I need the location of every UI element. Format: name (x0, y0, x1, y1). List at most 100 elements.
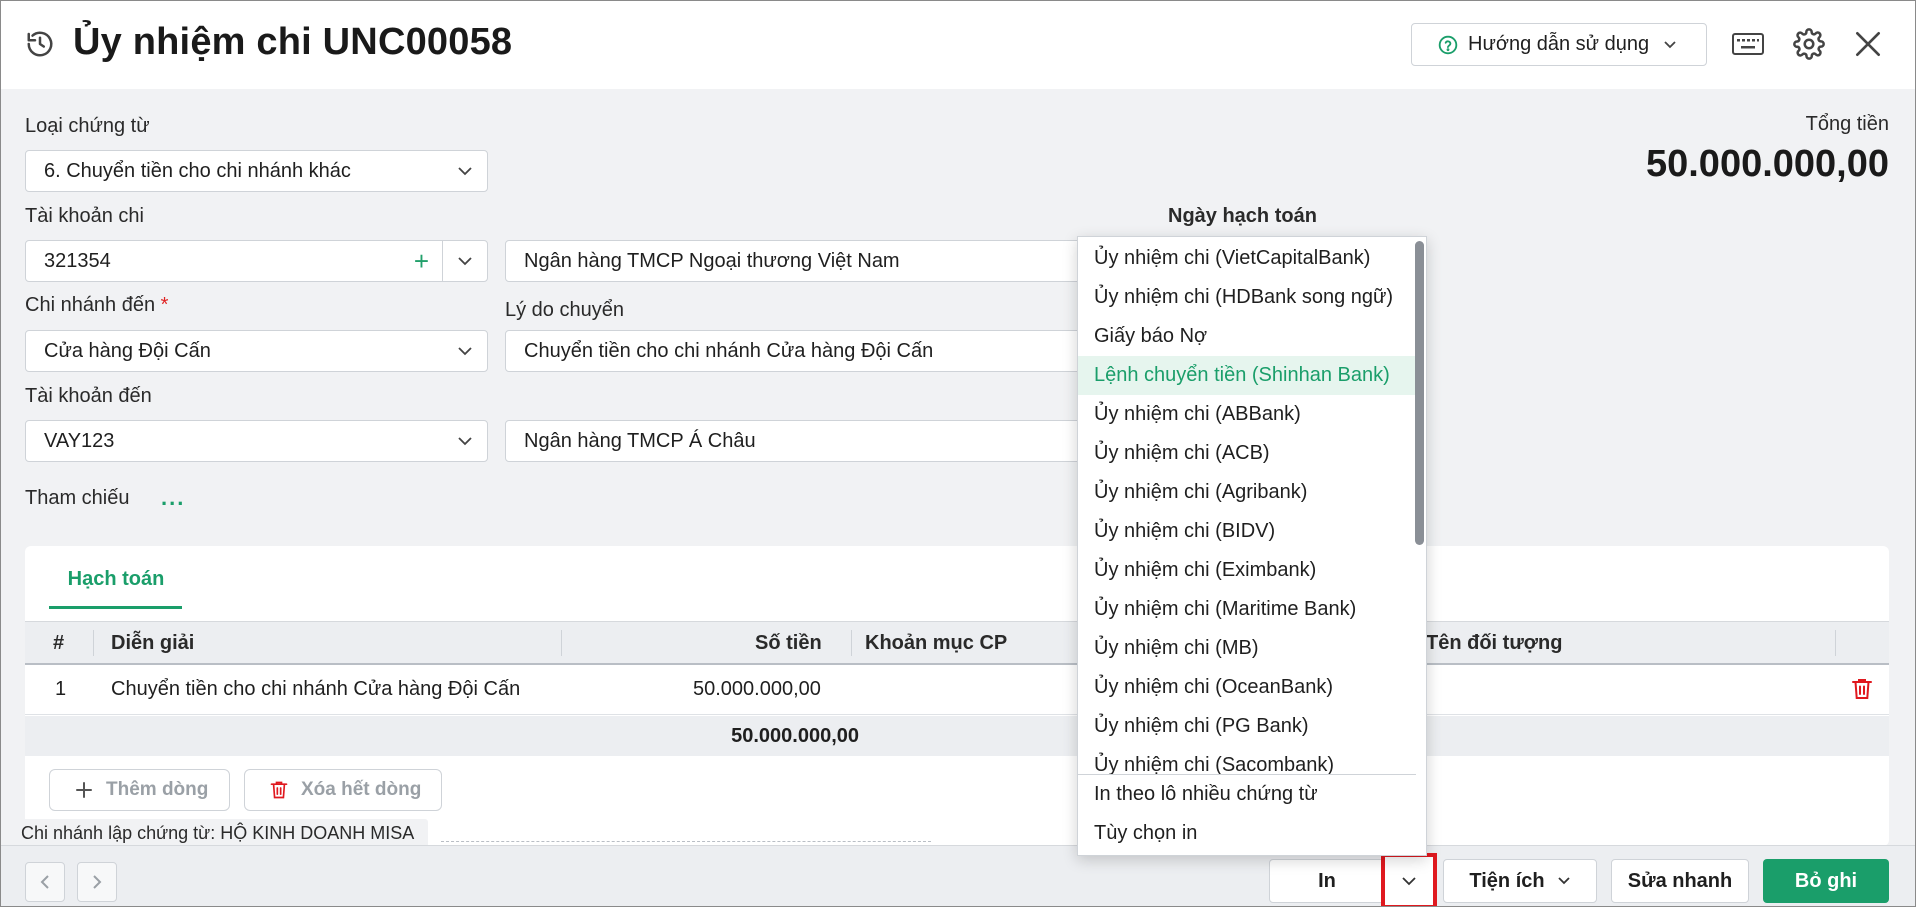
dest-account-value: VAY123 (44, 429, 115, 452)
col-cost-item: Khoản mục CP (865, 632, 1008, 654)
quick-edit-label: Sửa nhanh (1627, 869, 1733, 892)
reason-field[interactable]: Chuyển tiền cho chi nhánh Cửa hàng Đội C… (505, 330, 1105, 372)
help-button-label: Hướng dẫn sử dụng (1468, 33, 1650, 55)
menu-item[interactable]: Ủy nhiệm chi (MB) (1078, 629, 1416, 668)
menu-item[interactable]: Ủy nhiệm chi (BIDV) (1078, 512, 1416, 551)
menu-item[interactable]: Ủy nhiệm chi (OceanBank) (1078, 668, 1416, 707)
column-divider (561, 630, 562, 656)
menu-item[interactable]: Ủy nhiệm chi (PG Bank) (1078, 707, 1416, 746)
clear-rows-label: Xóa hết dòng (301, 779, 422, 800)
pay-account-field[interactable]: 321354 + (25, 240, 488, 282)
chevron-right-icon (93, 875, 102, 889)
add-row-button[interactable]: Thêm dòng (49, 769, 230, 811)
total-label: Tổng tiền (1805, 113, 1889, 135)
row-description[interactable]: Chuyển tiền cho chi nhánh Cửa hàng Đội C… (111, 678, 520, 701)
delete-row-icon[interactable] (1851, 677, 1873, 701)
window: Ủy nhiệm chi UNC00058 Hướng dẫn sử dụng (0, 0, 1916, 907)
row-index: 1 (55, 678, 67, 700)
reference-more-button[interactable]: ... (161, 485, 185, 511)
chevron-down-icon (458, 167, 472, 176)
add-row-label: Thêm dòng (106, 779, 209, 800)
next-record-button[interactable] (77, 862, 117, 902)
trash-icon (270, 781, 288, 799)
dest-account-select[interactable]: VAY123 (25, 420, 488, 462)
tab-accounting[interactable]: Hạch toán (51, 568, 181, 591)
print-menu: Ủy nhiệm chi (VietCapitalBank) Ủy nhiệm c… (1077, 236, 1427, 856)
col-amount: Số tiền (755, 632, 822, 654)
history-icon[interactable] (25, 29, 55, 59)
chevron-down-icon[interactable] (457, 256, 473, 266)
menu-item[interactable]: Ủy nhiệm chi (ACB) (1078, 434, 1416, 473)
table-row[interactable]: 1 Chuyển tiền cho chi nhánh Cửa hàng Đội… (25, 665, 1889, 715)
column-divider (851, 630, 852, 656)
col-index: # (53, 632, 65, 654)
dest-bank-field[interactable]: Ngân hàng TMCP Á Châu (505, 420, 1105, 462)
dashed-divider (441, 841, 931, 842)
print-menu-list[interactable]: Ủy nhiệm chi (VietCapitalBank) Ủy nhiệm c… (1078, 237, 1416, 775)
reason-label: Lý do chuyển (505, 299, 624, 321)
print-menu-footer: In theo lô nhiều chứng từ Tùy chọn in (1078, 775, 1428, 853)
column-divider (1835, 630, 1836, 656)
print-button[interactable]: In (1269, 859, 1385, 903)
menu-item[interactable]: Ủy nhiệm chi (Eximbank) (1078, 551, 1416, 590)
utilities-button[interactable]: Tiện ích (1443, 859, 1597, 903)
header: Ủy nhiệm chi UNC00058 Hướng dẫn sử dụng (1, 1, 1915, 89)
gear-icon[interactable] (1793, 28, 1825, 60)
dest-bank-value: Ngân hàng TMCP Á Châu (524, 429, 756, 452)
chevron-down-icon (458, 347, 472, 356)
question-circle-icon (1438, 35, 1458, 54)
branch-to-label-text: Chi nhánh đến (25, 294, 156, 316)
menu-scrollbar[interactable] (1415, 241, 1424, 545)
detail-panel: Hạch toán # Diễn giải Số tiền Khoản mục … (25, 546, 1889, 846)
help-button[interactable]: Hướng dẫn sử dụng (1411, 23, 1707, 66)
chevron-down-icon (1557, 877, 1570, 885)
branch-to-value: Cửa hàng Đội Cấn (44, 339, 211, 362)
reason-value: Chuyển tiền cho chi nhánh Cửa hàng Đội C… (524, 339, 934, 362)
keyboard-icon[interactable] (1731, 31, 1765, 57)
chevron-down-icon (1402, 877, 1416, 886)
table-summary-row: 50.000.000,00 (25, 716, 1889, 756)
col-description: Diễn giải (111, 632, 195, 654)
print-dropdown-button[interactable] (1381, 853, 1437, 906)
branch-to-select[interactable]: Cửa hàng Đội Cấn (25, 330, 488, 372)
menu-item[interactable]: Ủy nhiệm chi (Agribank) (1078, 473, 1416, 512)
reference-label: Tham chiếu (25, 487, 130, 509)
posting-date-label: Ngày hạch toán (1168, 205, 1317, 227)
voucher-type-label: Loại chứng từ (25, 115, 150, 137)
menu-item[interactable]: Giấy báo Nợ (1078, 317, 1416, 356)
sum-amount: 50.000.000,00 (731, 725, 859, 747)
menu-item[interactable]: Lệnh chuyển tiền (Shinhan Bank) (1078, 356, 1416, 395)
table-header: # Diễn giải Số tiền Khoản mục CP Tên đối… (25, 621, 1889, 665)
menu-item[interactable]: Ủy nhiệm chi (Maritime Bank) (1078, 590, 1416, 629)
close-icon[interactable] (1852, 28, 1884, 60)
field-divider (442, 241, 443, 281)
pay-bank-value: Ngân hàng TMCP Ngoại thương Việt Nam (524, 249, 900, 272)
plus-icon (76, 782, 92, 798)
chevron-left-icon (40, 875, 49, 889)
footer: In Tiện ích Sửa nhanh Bỏ ghi (1, 845, 1915, 906)
pay-account-value: 321354 (44, 249, 111, 272)
branch-to-label: Chi nhánh đến * (25, 294, 168, 317)
voucher-type-value: 6. Chuyển tiền cho chi nhánh khác (44, 159, 351, 182)
voucher-type-select[interactable]: 6. Chuyển tiền cho chi nhánh khác (25, 150, 488, 192)
quick-edit-button[interactable]: Sửa nhanh (1611, 859, 1749, 903)
dest-account-label: Tài khoản đến (25, 385, 152, 407)
prev-record-button[interactable] (25, 862, 65, 902)
total-value: 50.000.000,00 (1645, 143, 1889, 185)
menu-item-batch-print[interactable]: In theo lô nhiều chứng từ (1078, 775, 1428, 814)
unpost-button[interactable]: Bỏ ghi (1763, 859, 1889, 903)
pay-account-label: Tài khoản chi (25, 205, 144, 227)
row-amount[interactable]: 50.000.000,00 (693, 678, 821, 701)
menu-item[interactable]: Ủy nhiệm chi (ABBank) (1078, 395, 1416, 434)
menu-item[interactable]: Ủy nhiệm chi (Sacombank) (1078, 746, 1416, 774)
page-title: Ủy nhiệm chi UNC00058 (73, 21, 513, 63)
tab-underline (49, 606, 182, 609)
clear-rows-button[interactable]: Xóa hết dòng (244, 769, 442, 811)
menu-item[interactable]: Ủy nhiệm chi (VietCapitalBank) (1078, 239, 1416, 278)
pay-bank-field[interactable]: Ngân hàng TMCP Ngoại thương Việt Nam (505, 240, 1105, 282)
menu-item[interactable]: Ủy nhiệm chi (HDBank song ngữ) (1078, 278, 1416, 317)
print-button-label: In (1318, 869, 1336, 892)
chevron-down-icon (1664, 40, 1676, 48)
menu-item-print-options[interactable]: Tùy chọn in (1078, 814, 1428, 853)
add-account-icon[interactable]: + (414, 248, 429, 274)
